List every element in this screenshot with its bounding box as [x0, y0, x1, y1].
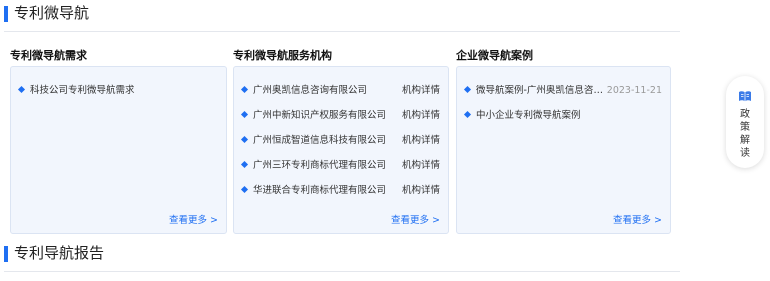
section-accent-bar — [4, 6, 8, 22]
policy-interpretation-label: 政策解读 — [740, 109, 750, 159]
agency-name: 广州三环专利商标代理有限公司 — [253, 160, 387, 171]
enterprise-cases-panel: 微导航案例-广州奥凯信息咨询... 2023-11-21 中小企业专利微导航案例… — [456, 66, 671, 234]
agency-item[interactable]: 广州中新知识产权服务有限公司 — [240, 110, 387, 122]
agency-item[interactable]: 广州恒成智道信息科技有限公司 — [240, 135, 387, 147]
view-more-link-agencies[interactable]: 查看更多 > — [391, 215, 440, 227]
agency-item[interactable]: 广州三环专利商标代理有限公司 — [240, 160, 387, 172]
diamond-bullet-icon — [240, 160, 249, 169]
case-item[interactable]: 微导航案例-广州奥凯信息咨询... — [463, 85, 604, 97]
book-icon — [739, 91, 751, 102]
section-title: 专利微导航 — [14, 4, 90, 22]
agency-details-link[interactable]: 机构详情 — [402, 85, 440, 97]
diamond-bullet-icon — [240, 110, 249, 119]
case-item[interactable]: 中小企业专利微导航案例 — [463, 110, 581, 122]
section-header-patent-navigation-report: 专利导航报告 — [4, 240, 680, 272]
section-accent-bar — [4, 246, 8, 262]
agency-details-link[interactable]: 机构详情 — [402, 185, 440, 197]
diamond-bullet-icon — [17, 85, 26, 94]
demand-panel: 科技公司专利微导航需求 查看更多 > — [10, 66, 227, 234]
column-title-demand: 专利微导航需求 — [10, 49, 87, 62]
section-title: 专利导航报告 — [14, 244, 105, 262]
diamond-bullet-icon — [240, 85, 249, 94]
agency-details-link[interactable]: 机构详情 — [402, 160, 440, 172]
agency-details-link[interactable]: 机构详情 — [402, 110, 440, 122]
column-title-enterprise-cases: 企业微导航案例 — [456, 49, 533, 62]
agency-name: 广州中新知识产权服务有限公司 — [253, 110, 387, 121]
case-date: 2023-11-21 — [606, 85, 662, 96]
case-title: 中小企业专利微导航案例 — [476, 110, 581, 121]
agency-details-link[interactable]: 机构详情 — [402, 135, 440, 147]
diamond-bullet-icon — [463, 85, 472, 94]
demand-item-label: 科技公司专利微导航需求 — [30, 85, 135, 96]
agency-name: 华进联合专利商标代理有限公司 — [253, 185, 387, 196]
agency-name: 广州奥凯信息咨询有限公司 — [253, 85, 368, 96]
diamond-bullet-icon — [240, 185, 249, 194]
agency-item[interactable]: 广州奥凯信息咨询有限公司 — [240, 85, 368, 97]
demand-item[interactable]: 科技公司专利微导航需求 — [17, 85, 135, 97]
diamond-bullet-icon — [240, 135, 249, 144]
case-title: 微导航案例-广州奥凯信息咨询... — [476, 85, 604, 96]
agency-name: 广州恒成智道信息科技有限公司 — [253, 135, 387, 146]
policy-interpretation-float-button[interactable]: 政策解读 — [726, 76, 764, 168]
view-more-link-demand[interactable]: 查看更多 > — [169, 215, 218, 227]
diamond-bullet-icon — [463, 110, 472, 119]
view-more-link-cases[interactable]: 查看更多 > — [613, 215, 662, 227]
service-agencies-panel: 广州奥凯信息咨询有限公司 机构详情 广州中新知识产权服务有限公司 机构详情 广州… — [233, 66, 449, 234]
agency-item[interactable]: 华进联合专利商标代理有限公司 — [240, 185, 387, 197]
column-title-service-agencies: 专利微导航服务机构 — [233, 49, 332, 62]
section-header-patent-micro-navigation: 专利微导航 — [4, 0, 680, 32]
